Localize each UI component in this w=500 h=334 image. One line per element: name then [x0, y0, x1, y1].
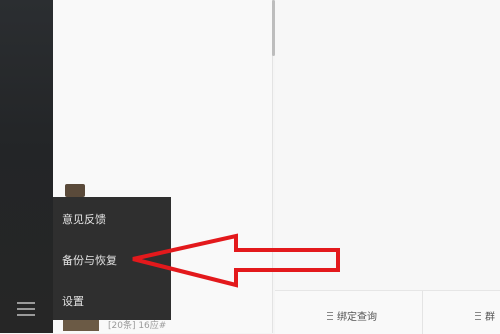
tab-group[interactable]: 群 [475, 308, 495, 323]
menu-item-settings[interactable]: 设置 [62, 293, 84, 309]
tab-bind-query[interactable]: 绑定查询 [327, 308, 377, 323]
divider [422, 291, 423, 334]
menu-item-feedback[interactable]: 意见反馈 [62, 211, 106, 227]
list-icon [475, 311, 481, 320]
main-pane [275, 0, 500, 333]
left-rail [0, 0, 53, 333]
list-icon [327, 311, 333, 320]
tab-label: 绑定查询 [337, 312, 377, 323]
avatar [65, 184, 85, 197]
tab-label: 群 [485, 312, 495, 323]
hamburger-icon[interactable] [17, 302, 35, 316]
list-item[interactable] [53, 176, 171, 197]
bottom-tab-bar: 绑定查询 群 [275, 290, 500, 334]
settings-popup-menu: 意见反馈 备份与恢复 设置 [53, 197, 171, 320]
menu-item-backup-restore[interactable]: 备份与恢复 [62, 252, 117, 268]
